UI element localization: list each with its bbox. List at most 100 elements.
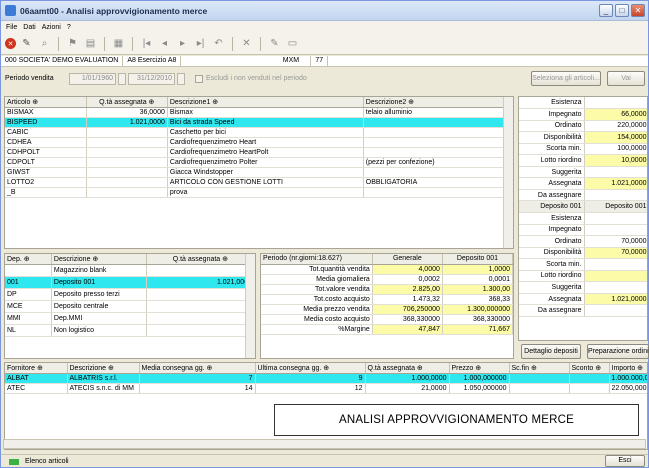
status-text: Elenco articoli: [25, 458, 69, 465]
summary-value: [584, 166, 647, 179]
summary-value: 66,0000: [584, 108, 647, 121]
col-importo[interactable]: Importo ⊕: [609, 363, 647, 374]
go-button[interactable]: Vai: [607, 71, 645, 86]
menu-bar: File Dati Azioni ?: [1, 21, 648, 33]
app-icon: [5, 5, 16, 16]
summary-label: Esistenza: [519, 212, 585, 225]
menu-help[interactable]: ?: [67, 24, 71, 31]
exit-button[interactable]: Esci: [605, 455, 645, 467]
col-fornitore[interactable]: Fornitore ⊕: [5, 363, 68, 374]
period-from-input[interactable]: 1/01/1960: [69, 73, 116, 85]
summary-row: Assegnata 1.021,0000: [519, 293, 647, 306]
table-row[interactable]: LOTTO2 ARTICOLO CON GESTIONE LOTTI OBBLIGA…: [5, 177, 513, 188]
main-window: 06aamt00 - Analisi approvvigionamento me…: [0, 0, 649, 468]
menu-file[interactable]: File: [6, 24, 17, 31]
deposits-scrollbar[interactable]: [245, 254, 255, 358]
maximize-button[interactable]: □: [615, 4, 629, 17]
summary-value: [584, 189, 647, 202]
period-from-calendar[interactable]: [118, 73, 126, 85]
menu-dati[interactable]: Dati: [23, 24, 35, 31]
col-descrizione2[interactable]: Descrizione2 ⊕: [363, 97, 513, 108]
filter-icon[interactable]: ⚑: [65, 36, 80, 51]
stat-row: Tot.valore vendita 2.825,00 1.300,00: [261, 284, 513, 295]
minimize-button[interactable]: _: [599, 4, 613, 17]
table-row[interactable]: _B prova: [5, 187, 513, 198]
pencil-icon[interactable]: ✎: [19, 36, 34, 51]
prev-record-icon[interactable]: ◂: [157, 36, 172, 51]
summary-label: Scorta min.: [519, 258, 585, 271]
col-descrizione[interactable]: Descrizione ⊕: [67, 363, 140, 374]
context-bar: 000 SOCIETA' DEMO EVALUATION A8 Esercizi…: [1, 56, 648, 67]
table-row[interactable]: NL Non logistico: [5, 324, 255, 337]
summary-row: Disponibilità 70,0000: [519, 247, 647, 260]
table-row[interactable]: CDHPOLT Cardiofrequenzimetro HeartPolt: [5, 147, 513, 158]
close-button[interactable]: ✕: [631, 4, 645, 17]
stat-row: Tot.costo acquisto 1.473,32 368,33: [261, 294, 513, 305]
exclude-checkbox[interactable]: [195, 75, 203, 83]
col-qta-assegnata[interactable]: Q.tà assegnata ⊕: [365, 363, 450, 374]
select-articles-button[interactable]: Seleziona gli articoli...: [531, 71, 601, 86]
col-sconto[interactable]: Sconto ⊕: [569, 363, 610, 374]
summary-label: Assegnata: [519, 293, 585, 306]
table-row[interactable]: BISPEED 1.021,0000 Bici da strada Speed: [5, 117, 513, 128]
table-row[interactable]: MCE Deposito centrale: [5, 300, 255, 313]
summary-row: Disponibilità 154,0000: [519, 131, 647, 144]
table-row[interactable]: DP Deposito presso terzi: [5, 288, 255, 301]
undo-icon[interactable]: ↶: [211, 36, 226, 51]
period-to-calendar[interactable]: [177, 73, 185, 85]
suppliers-hscrollbar[interactable]: [3, 439, 646, 449]
summary-row: Assegnata 1.021,0000: [519, 177, 647, 190]
deposit-detail-button[interactable]: Dettaglio depositi: [521, 344, 581, 359]
stock-summary-panel: Esistenza Impegnato 66,0000 Ordinato 220,000…: [518, 96, 648, 341]
report-icon[interactable]: ▦: [111, 36, 126, 51]
col-qta-assegnata[interactable]: Q.tà assegnata ⊕: [146, 254, 255, 265]
table-row[interactable]: CDHEA Cardiofrequenzimetro Heart: [5, 137, 513, 148]
table-row[interactable]: BISMAX 36,0000 Bismax telaio alluminio: [5, 107, 513, 118]
col-sc-fin[interactable]: Sc.fin ⊕: [509, 363, 570, 374]
first-record-icon[interactable]: |◂: [139, 36, 154, 51]
next-record-icon[interactable]: ▸: [175, 36, 190, 51]
col-articolo[interactable]: Articolo ⊕: [5, 97, 87, 108]
company-label: 000 SOCIETA' DEMO EVALUATION: [1, 56, 124, 66]
stat-row: %Margine 47,847 71,667: [261, 324, 513, 335]
last-record-icon[interactable]: ▸|: [193, 36, 208, 51]
summary-row: Suggerita: [519, 281, 647, 294]
exclude-label: Escludi i non venduti nel periodo: [206, 75, 307, 82]
edit-icon[interactable]: ✎: [267, 36, 282, 51]
summary-value: [584, 212, 647, 225]
window-title: 06aamt00 - Analisi approvvigionamento me…: [20, 5, 208, 16]
col-descrizione[interactable]: Descrizione ⊕: [51, 254, 147, 265]
col-prezzo[interactable]: Prezzo ⊕: [449, 363, 510, 374]
table-row[interactable]: ALBAT ALBATRIS s.r.l. 7 9 1.000,0000 1.000,00…: [5, 373, 647, 384]
period-to-input[interactable]: 31/12/2010: [128, 73, 175, 85]
print-icon[interactable]: ▤: [83, 36, 98, 51]
articles-scrollbar[interactable]: [503, 97, 513, 248]
summary-row: Lotto riordino 10,0000: [519, 154, 647, 167]
col-descrizione1[interactable]: Descrizione1 ⊕: [167, 97, 364, 108]
table-row[interactable]: MMI Dep.MMI: [5, 312, 255, 325]
table-row[interactable]: CABIC Caschetto per bici: [5, 127, 513, 138]
prepare-orders-button[interactable]: Preparazione ordini: [587, 344, 649, 359]
col-ultima-consegna[interactable]: Ultima consegna gg. ⊕: [255, 363, 366, 374]
delete-icon[interactable]: ✕: [239, 36, 254, 51]
summary-value: 154,0000: [584, 131, 647, 144]
col-media-consegna[interactable]: Media consegna gg. ⊕: [139, 363, 256, 374]
col-qta-assegnata[interactable]: Q.tà assegnata ⊕: [86, 97, 168, 108]
table-row[interactable]: CDPOLT Cardiofrequenzimetro Polter (pezzi …: [5, 157, 513, 168]
summary-row: Suggerita: [519, 166, 647, 179]
summary-label: Scorta min.: [519, 143, 585, 156]
summary-row: Impegnato: [519, 224, 647, 237]
col-dep[interactable]: Dep. ⊕: [5, 254, 52, 265]
table-row[interactable]: Magazzino blank: [5, 264, 255, 277]
menu-azioni[interactable]: Azioni: [42, 24, 61, 31]
summary-row: Scorta min.: [519, 258, 647, 271]
save-icon[interactable]: ▭: [285, 36, 300, 51]
binoculars-icon[interactable]: ⌕: [37, 36, 52, 51]
table-row[interactable]: 001 Deposito 001 1.021,0000: [5, 276, 255, 289]
stop-icon[interactable]: ✕: [5, 38, 16, 49]
summary-value: [584, 281, 647, 294]
status-bar: Elenco articoli: [1, 454, 648, 468]
table-row[interactable]: GIWST Giacca Windstopper: [5, 167, 513, 178]
period-label: Periodo vendita: [5, 75, 54, 82]
table-row[interactable]: ATEC ATECIS s.n.c. di MM 14 12 21,0000 1.050,…: [5, 383, 647, 394]
